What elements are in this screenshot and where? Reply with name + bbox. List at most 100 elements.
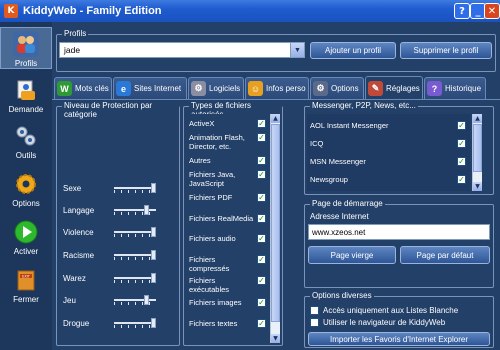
slider-tick: [142, 234, 143, 237]
filetype-checkbox[interactable]: ✓: [257, 170, 266, 179]
scroll-thumb[interactable]: [473, 124, 482, 172]
main-panel: Profils jade ▼ Ajouter un profil Supprim…: [52, 22, 500, 350]
default-page-button[interactable]: Page par défaut: [400, 246, 490, 264]
add-profile-button[interactable]: Ajouter un profil: [310, 42, 396, 59]
close-button[interactable]: ✕: [484, 3, 500, 19]
slider-tick: [142, 325, 143, 328]
slider-tick: [128, 212, 129, 215]
filetype-checkbox[interactable]: ✓: [257, 255, 266, 264]
category-label: Jeu: [63, 296, 76, 305]
messenger-scrollbar[interactable]: ▲ ▼: [472, 114, 482, 191]
slider-thumb[interactable]: [151, 273, 156, 283]
filetype-checkbox[interactable]: ✓: [257, 214, 266, 223]
protection-slider[interactable]: [114, 250, 156, 260]
scroll-up-icon[interactable]: ▲: [473, 114, 482, 123]
word-icon: W: [57, 81, 72, 96]
protection-slider[interactable]: [114, 318, 156, 328]
sidebar-item-label: Fermer: [13, 295, 39, 304]
filetype-label: ActiveX: [189, 119, 215, 128]
slider-tick: [128, 234, 129, 237]
slider-thumb[interactable]: [151, 318, 156, 328]
chevron-down-icon[interactable]: ▼: [290, 43, 304, 57]
messenger-checkbox[interactable]: ✓: [457, 175, 466, 184]
blank-page-button[interactable]: Page vierge: [308, 246, 396, 264]
slider-thumb[interactable]: [151, 227, 156, 237]
filetype-checkbox[interactable]: ✓: [257, 276, 266, 285]
slider-tick: [142, 257, 143, 260]
slider-tick: [149, 234, 150, 237]
slider-thumb[interactable]: [151, 250, 156, 260]
whitelist-only-checkbox[interactable]: [310, 306, 319, 315]
slider-tick: [128, 257, 129, 260]
address-label: Adresse Internet: [310, 212, 369, 221]
tab-infos-perso[interactable]: ☺ Infos perso: [245, 77, 309, 99]
slider-tick: [121, 190, 122, 193]
slider-tick: [149, 325, 150, 328]
profile-group-title: Profils: [62, 29, 89, 38]
protection-slider[interactable]: [114, 183, 156, 193]
messenger-checkbox[interactable]: ✓: [457, 157, 466, 166]
tab-reglages[interactable]: ✎ Réglages: [365, 76, 423, 99]
tab-logiciels[interactable]: ⚙ Logiciels: [188, 77, 244, 99]
slider-tick: [128, 325, 129, 328]
tab-mots-cles[interactable]: W Mots clés: [54, 77, 112, 99]
slider-thumb[interactable]: [151, 183, 156, 193]
sidebar-item-options[interactable]: Options: [0, 171, 52, 211]
sidebar-item-outils[interactable]: Outils: [0, 123, 52, 163]
tab-sites-internet[interactable]: e Sites Internet: [113, 77, 187, 99]
exit-icon: EXIT: [13, 267, 39, 293]
filetype-checkbox[interactable]: ✓: [257, 298, 266, 307]
messenger-checkbox[interactable]: ✓: [457, 121, 466, 130]
filetype-label: Fichiers exécutables: [189, 276, 230, 294]
tab-label: Sites Internet: [134, 84, 182, 93]
kiddyweb-browser-label: Utiliser le navigateur de KiddyWeb: [323, 318, 446, 327]
delete-profile-button[interactable]: Supprimer le profil: [400, 42, 492, 59]
sidebar-item-label: Activer: [13, 247, 39, 256]
scroll-down-icon[interactable]: ▼: [473, 182, 482, 191]
slider-tick: [142, 212, 143, 215]
startpage-group-title: Page de démarrage: [310, 199, 385, 208]
filetype-label: Fichiers audio: [189, 234, 236, 243]
protection-slider[interactable]: [114, 205, 156, 215]
tab-label: Réglages: [386, 83, 420, 93]
sidebar-item-demande[interactable]: Demande: [0, 77, 52, 117]
address-input[interactable]: www.xzeos.net: [308, 224, 490, 240]
software-icon: ⚙: [191, 81, 206, 96]
filetypes-scrollbar[interactable]: ▲ ▼: [270, 114, 280, 343]
slider-thumb[interactable]: [144, 295, 149, 305]
protection-slider[interactable]: [114, 227, 156, 237]
slider-tick: [135, 190, 136, 193]
sidebar-item-profils[interactable]: Profils: [0, 27, 52, 69]
app-logo-icon: K: [4, 4, 18, 18]
protection-slider[interactable]: [114, 273, 156, 283]
filetype-checkbox[interactable]: ✓: [257, 119, 266, 128]
profile-select-value: jade: [64, 45, 81, 55]
filetype-checkbox[interactable]: ✓: [257, 133, 266, 142]
slider-tick: [149, 280, 150, 283]
slider-tick: [121, 257, 122, 260]
sidebar-item-activer[interactable]: Activer: [0, 219, 52, 259]
scroll-thumb[interactable]: [271, 124, 280, 322]
kiddyweb-browser-checkbox[interactable]: [310, 318, 319, 327]
import-favorites-button[interactable]: Importer les Favoris d'Internet Explorer: [308, 332, 490, 346]
profile-select[interactable]: jade ▼: [59, 42, 305, 58]
sidebar-item-fermer[interactable]: EXIT Fermer: [0, 267, 52, 309]
filetype-checkbox[interactable]: ✓: [257, 234, 266, 243]
filetype-checkbox[interactable]: ✓: [257, 156, 266, 165]
slider-track: [114, 187, 156, 189]
messenger-checkbox[interactable]: ✓: [457, 139, 466, 148]
scroll-up-icon[interactable]: ▲: [271, 114, 280, 123]
slider-tick: [135, 302, 136, 305]
protection-slider[interactable]: [114, 295, 156, 305]
tools-icon: [13, 123, 39, 149]
filetype-checkbox[interactable]: ✓: [257, 193, 266, 202]
help-button[interactable]: ?: [454, 3, 470, 19]
smiley-icon: ☺: [248, 81, 263, 96]
tab-historique[interactable]: ? Historique: [424, 77, 486, 99]
tab-options[interactable]: ⚙ Options: [310, 77, 364, 99]
filetype-checkbox[interactable]: ✓: [257, 319, 266, 328]
slider-tick: [128, 280, 129, 283]
scroll-down-icon[interactable]: ▼: [271, 334, 280, 343]
category-label: Warez: [63, 274, 86, 283]
slider-thumb[interactable]: [144, 205, 149, 215]
